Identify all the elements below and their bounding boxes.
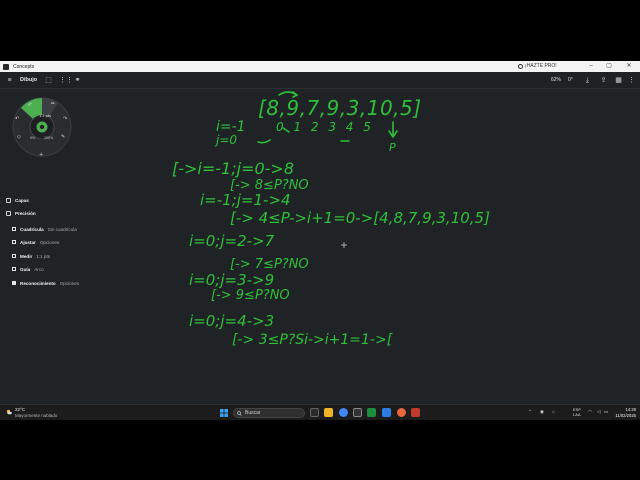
clock-date: 11/02/2025: [615, 412, 636, 418]
grid-icon[interactable]: ⋮⋮: [59, 76, 73, 85]
undo-icon[interactable]: ↶: [15, 116, 19, 122]
guide-checkbox[interactable]: [12, 267, 16, 271]
window-titlebar: Concepts ¡HAZTE PRO! – ▢ ✕: [0, 61, 640, 72]
layer-name-label[interactable]: Dibujo: [20, 77, 37, 83]
rotation-angle[interactable]: 0°: [568, 77, 573, 83]
more-icon[interactable]: ⋮: [627, 76, 636, 85]
ink-line: [-> 9≤P?NO: [211, 288, 290, 303]
opacity-min-label: 0%: [30, 136, 35, 140]
handwriting-layer: i=-1 j=0 [8,9,7,9,3,10,5] 0 1 2 3 4 5 P …: [172, 91, 490, 348]
weather-widget[interactable]: 22°C Mayormente nublado: [6, 407, 57, 418]
screen: Concepts ¡HAZTE PRO! – ▢ ✕ ≡ Dibujo ⬚ ⋮⋮…: [0, 0, 640, 480]
recognition-checkbox[interactable]: [12, 281, 16, 285]
app-icon: [3, 63, 9, 70]
pro-icon: [518, 64, 523, 69]
cloud-icon: [6, 409, 12, 415]
guide-option[interactable]: Guía Arco: [6, 265, 44, 273]
grid-checkbox[interactable]: [12, 227, 16, 231]
ink-line: [-> 4≤P->i+1=0->[4,8,7,9,3,10,5]: [230, 209, 490, 227]
recognition-label: Reconocimiento: [20, 280, 56, 286]
layers-icon: [6, 197, 11, 203]
tray-chevron-icon[interactable]: ⌃: [528, 409, 532, 415]
snap-label: Ajustar: [20, 239, 36, 245]
gallery-icon[interactable]: ▦: [614, 76, 623, 85]
grid-option[interactable]: Cuadrícula Sin cuadrícula: [6, 225, 77, 233]
snap-value[interactable]: Opciones: [40, 240, 59, 245]
system-clock[interactable]: 14:28 11/02/2025: [610, 407, 636, 418]
ink-line: [-> 7≤P?NO: [230, 257, 309, 272]
wifi-icon[interactable]: ◠: [588, 409, 592, 415]
eraser-icon[interactable]: ◇: [17, 134, 21, 140]
layers-label: Capas: [15, 197, 29, 203]
windows-start-icon[interactable]: [220, 409, 228, 417]
app-icon-red[interactable]: [411, 408, 420, 417]
ink-line: [8,9,7,9,3,10,5]: [258, 96, 422, 120]
weather-condition: Mayormente nublado: [15, 412, 58, 418]
menu-icon[interactable]: ≡: [5, 76, 14, 85]
precision-label: Precisión: [15, 210, 36, 216]
close-button[interactable]: ✕: [624, 62, 634, 71]
measure-option[interactable]: Medir 1:1 pts: [6, 252, 50, 260]
minimize-button[interactable]: –: [586, 62, 596, 71]
share-icon[interactable]: ⇪: [599, 76, 608, 85]
ink-line: i=-1;j=1->4: [200, 191, 291, 209]
guide-label: Guía: [20, 266, 31, 272]
measure-checkbox[interactable]: [12, 254, 16, 258]
grid-label: Cuadrícula: [20, 226, 44, 232]
app-title: Concepts: [13, 63, 35, 70]
app-toolbar: ≡ Dibujo ⬚ ⋮⋮ ⚭ 62% 0° ⤓ ⇪ ▦ ⋮: [0, 72, 640, 89]
snap-option[interactable]: Ajustar Opciones: [6, 238, 59, 246]
ink-line: i=0;j=2->7: [189, 232, 275, 250]
chrome-icon[interactable]: [339, 408, 348, 417]
battery-icon[interactable]: ▭: [604, 409, 608, 415]
search-placeholder: Buscar: [245, 410, 261, 416]
tray-network-icon[interactable]: ⌂: [552, 409, 555, 414]
brush-icon[interactable]: ✐: [28, 102, 32, 108]
terminal-icon[interactable]: [353, 408, 362, 417]
ink-line: [->i=-1;j=0->8: [172, 159, 294, 178]
measure-label: Medir: [20, 253, 33, 259]
selection-icon[interactable]: ⬚: [44, 76, 53, 85]
task-view-icon[interactable]: [310, 408, 319, 417]
zoom-level[interactable]: 62%: [551, 77, 561, 83]
cursor-crosshair-icon: [341, 242, 347, 248]
pen-icon[interactable]: ✎: [61, 134, 65, 140]
language-indicator[interactable]: ESP LAA: [573, 407, 581, 417]
ink-line: j=0: [214, 133, 237, 147]
region-code: LAA: [573, 412, 581, 417]
ink-line: P: [389, 141, 396, 154]
add-tool-icon[interactable]: +: [39, 152, 43, 158]
opacity-max-label: 100%: [44, 136, 53, 140]
app-icon-green[interactable]: [367, 408, 376, 417]
search-icon: [237, 410, 242, 416]
maximize-button[interactable]: ▢: [604, 62, 614, 71]
precision-button[interactable]: Precisión: [6, 209, 36, 217]
guide-value[interactable]: Arco: [34, 267, 43, 272]
layers-button[interactable]: Capas: [6, 196, 29, 204]
vscode-icon[interactable]: [382, 408, 391, 417]
ink-line: 0 1 2 3 4 5: [276, 120, 371, 134]
recognition-value[interactable]: Opciones: [60, 281, 79, 286]
snap-checkbox[interactable]: [12, 240, 16, 244]
ink-line: i=0;j=3->9: [189, 271, 274, 289]
ink-line: [-> 3≤P?Si->i+1=1->[: [232, 332, 393, 348]
ink-line: i=0;j=4->3: [189, 312, 274, 330]
link-icon[interactable]: ⚭: [73, 76, 82, 85]
volume-icon[interactable]: ◁: [597, 409, 600, 415]
tray-app-icon[interactable]: ◉: [540, 409, 544, 415]
upgrade-pro-button[interactable]: ¡HAZTE PRO!: [525, 63, 557, 69]
precision-icon: [6, 210, 11, 216]
brush-size-label: 1.2 pts: [39, 114, 51, 118]
taskbar: 22°C Mayormente nublado Buscar ⌃ ◉ ⌂ ESP…: [0, 404, 640, 420]
concepts-taskbar-icon[interactable]: [397, 408, 406, 417]
file-explorer-icon[interactable]: [324, 408, 333, 417]
measure-value[interactable]: 1:1 pts: [36, 254, 50, 259]
ink-text: i=-1 j=0 [8,9,7,9,3,10,5] 0 1 2 3 4 5 P …: [172, 96, 490, 348]
taskbar-search[interactable]: Buscar: [233, 408, 305, 418]
download-icon[interactable]: ⤓: [583, 76, 592, 85]
tool-wheel[interactable]: 1.2 pts 0% 100% ↶ ↷ ◇ ✎ + ✐ ✏: [11, 96, 73, 158]
recognition-option[interactable]: Reconocimiento Opciones: [6, 279, 79, 287]
drawing-canvas[interactable]: i=-1 j=0 [8,9,7,9,3,10,5] 0 1 2 3 4 5 P …: [0, 89, 640, 404]
grid-value[interactable]: Sin cuadrícula: [48, 227, 77, 232]
